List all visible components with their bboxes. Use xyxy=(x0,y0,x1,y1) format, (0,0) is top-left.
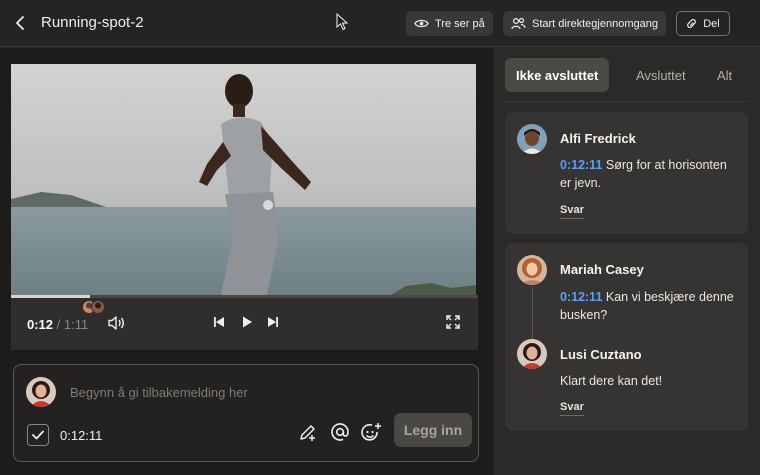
mention-icon[interactable] xyxy=(330,422,350,442)
eye-icon xyxy=(414,19,429,28)
current-time: 0:12 xyxy=(27,317,54,332)
avatar xyxy=(26,377,56,407)
step-back-icon[interactable] xyxy=(213,315,227,329)
check-icon xyxy=(32,430,44,440)
comment-text-line1: Sørg for at horisonten xyxy=(605,158,727,172)
play-icon[interactable] xyxy=(240,315,254,329)
avatar xyxy=(517,255,547,285)
comment-text: 0:12:11 Sørg for at horisonten er jevn. xyxy=(560,156,740,192)
comment-text-line2: er jevn. xyxy=(560,176,601,190)
comment-text-line1: Kan vi beskjære denne xyxy=(605,290,734,304)
video-still xyxy=(11,64,476,295)
comment-timestamp-link[interactable]: 0:12:11 xyxy=(560,290,602,304)
video-review-pane: 0:12 / 1:11 0:12:11 Legg inn xyxy=(0,48,493,475)
tab-not-resolved[interactable]: Ikke avsluttet xyxy=(505,58,610,92)
viewers-label: Tre ser på xyxy=(435,17,485,30)
video-frame[interactable] xyxy=(11,64,476,295)
comment-card[interactable]: Alfi Fredrick 0:12:11 Sørg for at horiso… xyxy=(505,112,748,234)
top-bar: Running-spot-2 Tre ser på Start direkteg… xyxy=(0,0,760,47)
thread-connector xyxy=(532,287,533,343)
timestamp-label: 0:12:11 xyxy=(60,428,103,443)
mouse-cursor-icon xyxy=(336,13,348,31)
comments-panel: Ikke avsluttet Avsluttet Alt Alfi Fredri… xyxy=(493,48,760,475)
total-time: 1:11 xyxy=(63,317,89,332)
time-display: 0:12 / 1:11 xyxy=(27,317,88,332)
post-button[interactable]: Legg inn xyxy=(394,413,472,447)
chevron-left-icon xyxy=(16,16,24,30)
timestamp-checkbox[interactable] xyxy=(27,424,49,446)
comment-author: Alfi Fredrick xyxy=(560,131,636,146)
comment-author: Mariah Casey xyxy=(560,262,644,277)
page-title: Running-spot-2 xyxy=(41,14,144,31)
people-icon xyxy=(511,17,526,30)
avatar xyxy=(517,124,547,154)
comment-timestamp-link[interactable]: 0:12:11 xyxy=(560,158,602,172)
share-label: Del xyxy=(703,17,720,30)
viewers-button[interactable]: Tre ser på xyxy=(406,11,493,36)
step-forward-icon[interactable] xyxy=(265,315,279,329)
feedback-input[interactable] xyxy=(70,385,390,400)
tab-resolved[interactable]: Avsluttet xyxy=(636,58,686,92)
comment-card[interactable]: Mariah Casey 0:12:11 Kan vi beskjære den… xyxy=(505,243,748,431)
feedback-composer: 0:12:11 Legg inn xyxy=(13,364,479,462)
back-button[interactable] xyxy=(9,12,31,34)
volume-icon[interactable] xyxy=(107,315,125,331)
walkthrough-label: Start direktegjennomgang xyxy=(532,17,658,30)
draw-icon[interactable] xyxy=(298,422,318,442)
link-icon xyxy=(687,19,697,28)
reply-button[interactable]: Svar xyxy=(560,401,584,416)
comment-text-line2: busken? xyxy=(560,308,608,322)
reply-button[interactable]: Svar xyxy=(560,204,584,219)
tab-all[interactable]: Alt xyxy=(717,58,732,92)
reply-text: Klart dere kan det! xyxy=(560,374,663,388)
avatar xyxy=(517,339,547,369)
fullscreen-icon[interactable] xyxy=(446,315,460,329)
start-walkthrough-button[interactable]: Start direktegjennomgang xyxy=(503,11,666,36)
comment-filter-tabs: Ikke avsluttet Avsluttet Alt xyxy=(505,58,748,102)
comment-markers[interactable] xyxy=(81,300,109,314)
share-button[interactable]: Del xyxy=(676,11,730,36)
emoji-add-icon[interactable] xyxy=(361,422,383,444)
reply-author: Lusi Cuztano xyxy=(560,347,642,362)
time-separator: / xyxy=(56,317,61,332)
comment-text: 0:12:11 Kan vi beskjære denne busken? xyxy=(560,288,742,324)
